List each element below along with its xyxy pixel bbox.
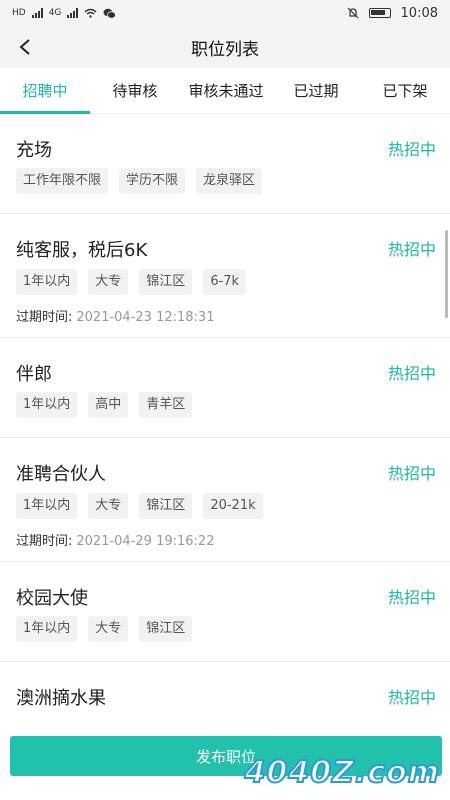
job-tags: 1年以内 大专 锦江区 20-21k [16,493,263,519]
expire-value: 2021-04-29 19:16:22 [76,534,215,549]
job-card[interactable]: 伴郎 热招中 1年以内 高中 青羊区 [0,338,450,438]
job-card[interactable]: 澳洲摘水果 热招中 [0,662,450,714]
tag-education: 高中 [88,392,129,418]
status-bar: HD 4G 10:08 [0,0,450,26]
tab-recruiting[interactable]: 招聘中 [0,68,90,114]
tag-education: 学历不限 [119,168,186,194]
network-4g-label: 4G [48,8,62,18]
scrollbar[interactable] [445,230,448,318]
wechat-icon [103,8,117,19]
job-title: 充场 [16,140,52,161]
job-title: 伴郎 [16,364,52,385]
tab-removed[interactable]: 已下架 [360,68,450,114]
tab-pending-review[interactable]: 待审核 [90,68,180,114]
job-tags: 1年以内 高中 青羊区 [16,392,193,418]
battery-icon [368,8,391,18]
tag-experience: 1年以内 [16,392,78,418]
signal-icon [31,8,43,18]
page-title: 职位列表 [191,39,259,60]
job-title: 校园大使 [16,588,88,609]
job-status-badge: 热招中 [387,240,436,259]
tag-district: 锦江区 [139,493,193,519]
nav-bar: 职位列表 [0,26,450,68]
job-title: 纯客服，税后6K [16,240,148,261]
job-tags: 1年以内 大专 锦江区 [16,616,193,642]
status-time: 10:08 [400,5,438,21]
expire-time: 过期时间: 2021-04-29 19:16:22 [16,530,214,549]
job-card[interactable]: 充场 热招中 工作年限不限 学历不限 龙泉驿区 [0,114,450,214]
job-card[interactable]: 纯客服，税后6K 热招中 1年以内 大专 锦江区 6-7k 过期时间: 2021-… [0,214,450,338]
job-status-badge: 热招中 [387,364,436,383]
expire-time: 过期时间: 2021-04-23 12:18:31 [16,306,214,325]
job-status-badge: 热招中 [387,588,436,607]
tab-bar: 招聘中 待审核 审核未通过 已过期 已下架 [0,68,450,114]
expire-value: 2021-04-23 12:18:31 [76,310,215,325]
job-card[interactable]: 准聘合伙人 热招中 1年以内 大专 锦江区 20-21k 过期时间: 2021-0… [0,438,450,562]
tag-experience: 工作年限不限 [16,168,109,194]
tag-experience: 1年以内 [16,493,78,519]
back-button[interactable] [12,34,38,60]
tab-review-rejected[interactable]: 审核未通过 [180,68,272,114]
job-status-badge: 热招中 [387,140,436,159]
tag-education: 大专 [88,616,129,642]
chevron-left-icon [19,39,30,55]
tag-experience: 1年以内 [16,616,78,642]
mute-bell-icon [347,7,358,19]
tag-district: 龙泉驿区 [196,168,263,194]
job-list: 充场 热招中 工作年限不限 学历不限 龙泉驿区 纯客服，税后6K 热招中 1年以… [0,114,450,714]
network-type-label: HD [12,8,26,18]
watermark-logo: 4040Z.com [244,754,440,791]
tab-expired[interactable]: 已过期 [272,68,360,114]
tag-district: 青羊区 [139,392,193,418]
tag-experience: 1年以内 [16,269,78,295]
tag-district: 锦江区 [139,269,193,295]
expire-label: 过期时间: [16,534,73,549]
tag-district: 锦江区 [139,616,193,642]
tag-education: 大专 [88,493,129,519]
tag-salary: 20-21k [203,493,263,519]
job-status-badge: 热招中 [387,464,436,483]
status-bar-right: 10:08 [347,6,438,21]
status-bar-left: HD 4G [12,8,117,19]
job-card[interactable]: 校园大使 热招中 1年以内 大专 锦江区 [0,562,450,662]
job-title: 准聘合伙人 [16,464,106,485]
wifi-icon [84,8,97,18]
job-status-badge: 热招中 [387,688,436,707]
job-tags: 工作年限不限 学历不限 龙泉驿区 [16,168,263,194]
signal-icon-2 [67,8,79,18]
job-title: 澳洲摘水果 [16,688,106,709]
tag-salary: 6-7k [203,269,247,295]
expire-label: 过期时间: [16,310,73,325]
tag-education: 大专 [88,269,129,295]
job-tags: 1年以内 大专 锦江区 6-7k [16,269,247,295]
